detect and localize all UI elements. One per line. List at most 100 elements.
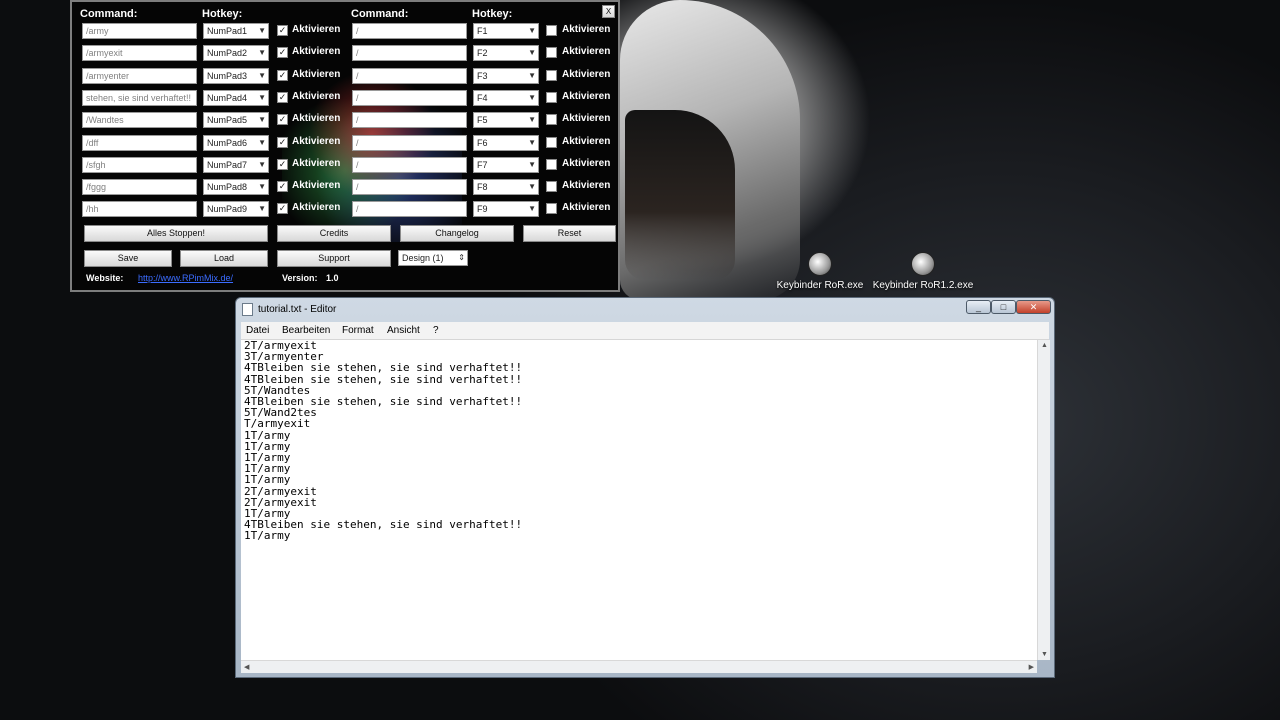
left-command-input[interactable]: /dff <box>82 135 197 151</box>
support-button[interactable]: Support <box>277 250 391 267</box>
left-command-input[interactable]: /armyenter <box>82 68 197 84</box>
hotkey-select-value: F5 <box>477 115 488 125</box>
right-activate-checkbox[interactable] <box>546 137 557 148</box>
right-command-input[interactable]: / <box>352 201 467 217</box>
chevron-down-icon: ▼ <box>528 160 536 169</box>
left-hotkey-select[interactable]: NumPad4 ▼ <box>203 90 269 106</box>
left-activate-checkbox[interactable]: ✓ <box>277 181 288 192</box>
scroll-left-icon[interactable]: ◀ <box>244 663 249 671</box>
right-activate-checkbox[interactable] <box>546 25 557 36</box>
menu-format[interactable]: Format <box>342 325 374 336</box>
left-activate-checkbox[interactable]: ✓ <box>277 25 288 36</box>
right-command-input[interactable]: / <box>352 90 467 106</box>
right-activate-label: Aktivieren <box>562 91 611 102</box>
left-hotkey-select[interactable]: NumPad8 ▼ <box>203 179 269 195</box>
left-command-input[interactable]: /Wandtes <box>82 112 197 128</box>
right-command-input[interactable]: / <box>352 68 467 84</box>
maximize-button[interactable]: □ <box>991 300 1016 314</box>
right-hotkey-select[interactable]: F5 ▼ <box>473 112 539 128</box>
left-hotkey-select[interactable]: NumPad6 ▼ <box>203 135 269 151</box>
text-line: 1T/army <box>244 462 291 476</box>
scroll-right-icon[interactable]: ▶ <box>1029 663 1034 671</box>
left-activate-checkbox[interactable]: ✓ <box>277 47 288 58</box>
changelog-button[interactable]: Changelog <box>400 225 514 242</box>
left-activate-checkbox[interactable]: ✓ <box>277 137 288 148</box>
left-activate-checkbox[interactable]: ✓ <box>277 203 288 214</box>
right-command-input[interactable]: / <box>352 23 467 39</box>
left-activate-checkbox[interactable]: ✓ <box>277 70 288 81</box>
left-command-input[interactable]: /fggg <box>82 179 197 195</box>
right-command-input[interactable]: / <box>352 179 467 195</box>
menu-datei[interactable]: Datei <box>246 325 269 336</box>
right-activate-checkbox[interactable] <box>546 159 557 170</box>
stop-all-button[interactable]: Alles Stoppen! <box>84 225 268 242</box>
right-command-input[interactable]: / <box>352 112 467 128</box>
keybinder-close-button[interactable]: X <box>602 5 615 18</box>
left-hotkey-select[interactable]: NumPad7 ▼ <box>203 157 269 173</box>
credits-button[interactable]: Credits <box>277 225 391 242</box>
right-command-input[interactable]: / <box>352 135 467 151</box>
left-activate-label: Aktivieren <box>292 158 341 169</box>
right-command-input[interactable]: / <box>352 45 467 61</box>
desktop-icon-label: Keybinder RoR.exe <box>776 280 864 291</box>
vertical-scrollbar[interactable]: ▲ ▼ <box>1037 340 1050 660</box>
chevron-down-icon: ▼ <box>258 204 266 213</box>
right-activate-label: Aktivieren <box>562 46 611 57</box>
website-label: Website: <box>86 273 124 283</box>
menu-help[interactable]: ? <box>433 325 439 336</box>
desktop-icon-keybinder-ror[interactable]: Keybinder RoR.exe <box>765 252 875 291</box>
right-activate-checkbox[interactable] <box>546 70 557 81</box>
design-select[interactable]: Design (1) ⇕ <box>398 250 468 266</box>
right-activate-label: Aktivieren <box>562 180 611 191</box>
left-activate-checkbox[interactable]: ✓ <box>277 114 288 125</box>
right-activate-checkbox[interactable] <box>546 181 557 192</box>
right-hotkey-select[interactable]: F1 ▼ <box>473 23 539 39</box>
left-command-input[interactable]: /armyexit <box>82 45 197 61</box>
right-hotkey-select[interactable]: F2 ▼ <box>473 45 539 61</box>
right-hotkey-select[interactable]: F8 ▼ <box>473 179 539 195</box>
left-activate-label: Aktivieren <box>292 136 341 147</box>
left-hotkey-select[interactable]: NumPad2 ▼ <box>203 45 269 61</box>
left-activate-label: Aktivieren <box>292 180 341 191</box>
left-command-input[interactable]: stehen, sie sind verhaftet!! <box>82 90 197 106</box>
right-hotkey-select[interactable]: F4 ▼ <box>473 90 539 106</box>
hotkey-select-value: F7 <box>477 160 488 170</box>
left-hotkey-select[interactable]: NumPad3 ▼ <box>203 68 269 84</box>
hotkey-select-value: F4 <box>477 93 488 103</box>
left-activate-checkbox[interactable]: ✓ <box>277 159 288 170</box>
right-command-input[interactable]: / <box>352 157 467 173</box>
left-hotkey-select[interactable]: NumPad1 ▼ <box>203 23 269 39</box>
right-activate-checkbox[interactable] <box>546 92 557 103</box>
right-hotkey-select[interactable]: F6 ▼ <box>473 135 539 151</box>
left-activate-checkbox[interactable]: ✓ <box>277 92 288 103</box>
right-hotkey-select[interactable]: F7 ▼ <box>473 157 539 173</box>
minimize-button[interactable]: _ <box>966 300 991 314</box>
scroll-down-icon[interactable]: ▼ <box>1041 651 1048 658</box>
load-button[interactable]: Load <box>180 250 268 267</box>
text-line: 2T/armyexit <box>244 340 317 352</box>
close-button[interactable]: ✕ <box>1016 300 1051 314</box>
right-hotkey-select[interactable]: F3 ▼ <box>473 68 539 84</box>
menu-bearbeiten[interactable]: Bearbeiten <box>282 325 330 336</box>
text-editor-area[interactable]: 2T/armyexit 3T/armyenter 4TBleiben sie ste… <box>241 340 1037 660</box>
left-command-input[interactable]: /hh <box>82 201 197 217</box>
scroll-up-icon[interactable]: ▲ <box>1041 342 1048 349</box>
save-button[interactable]: Save <box>84 250 172 267</box>
hotkey-select-value: NumPad2 <box>207 48 248 58</box>
desktop-icon-keybinder-ror12[interactable]: Keybinder RoR1.2.exe <box>868 252 978 291</box>
menu-ansicht[interactable]: Ansicht <box>387 325 420 336</box>
right-activate-checkbox[interactable] <box>546 203 557 214</box>
left-hotkey-select[interactable]: NumPad9 ▼ <box>203 201 269 217</box>
reset-button[interactable]: Reset <box>523 225 616 242</box>
left-activate-label: Aktivieren <box>292 24 341 35</box>
left-command-input[interactable]: /army <box>82 23 197 39</box>
right-activate-checkbox[interactable] <box>546 47 557 58</box>
text-line: 1T/army <box>244 473 291 487</box>
right-hotkey-select[interactable]: F9 ▼ <box>473 201 539 217</box>
left-command-input[interactable]: /sfgh <box>82 157 197 173</box>
left-hotkey-select[interactable]: NumPad5 ▼ <box>203 112 269 128</box>
right-activate-checkbox[interactable] <box>546 114 557 125</box>
website-link[interactable]: http://www.RPimMix.de/ <box>138 273 233 283</box>
chevron-down-icon: ▼ <box>258 138 266 147</box>
horizontal-scrollbar[interactable]: ◀ ▶ <box>241 660 1037 673</box>
